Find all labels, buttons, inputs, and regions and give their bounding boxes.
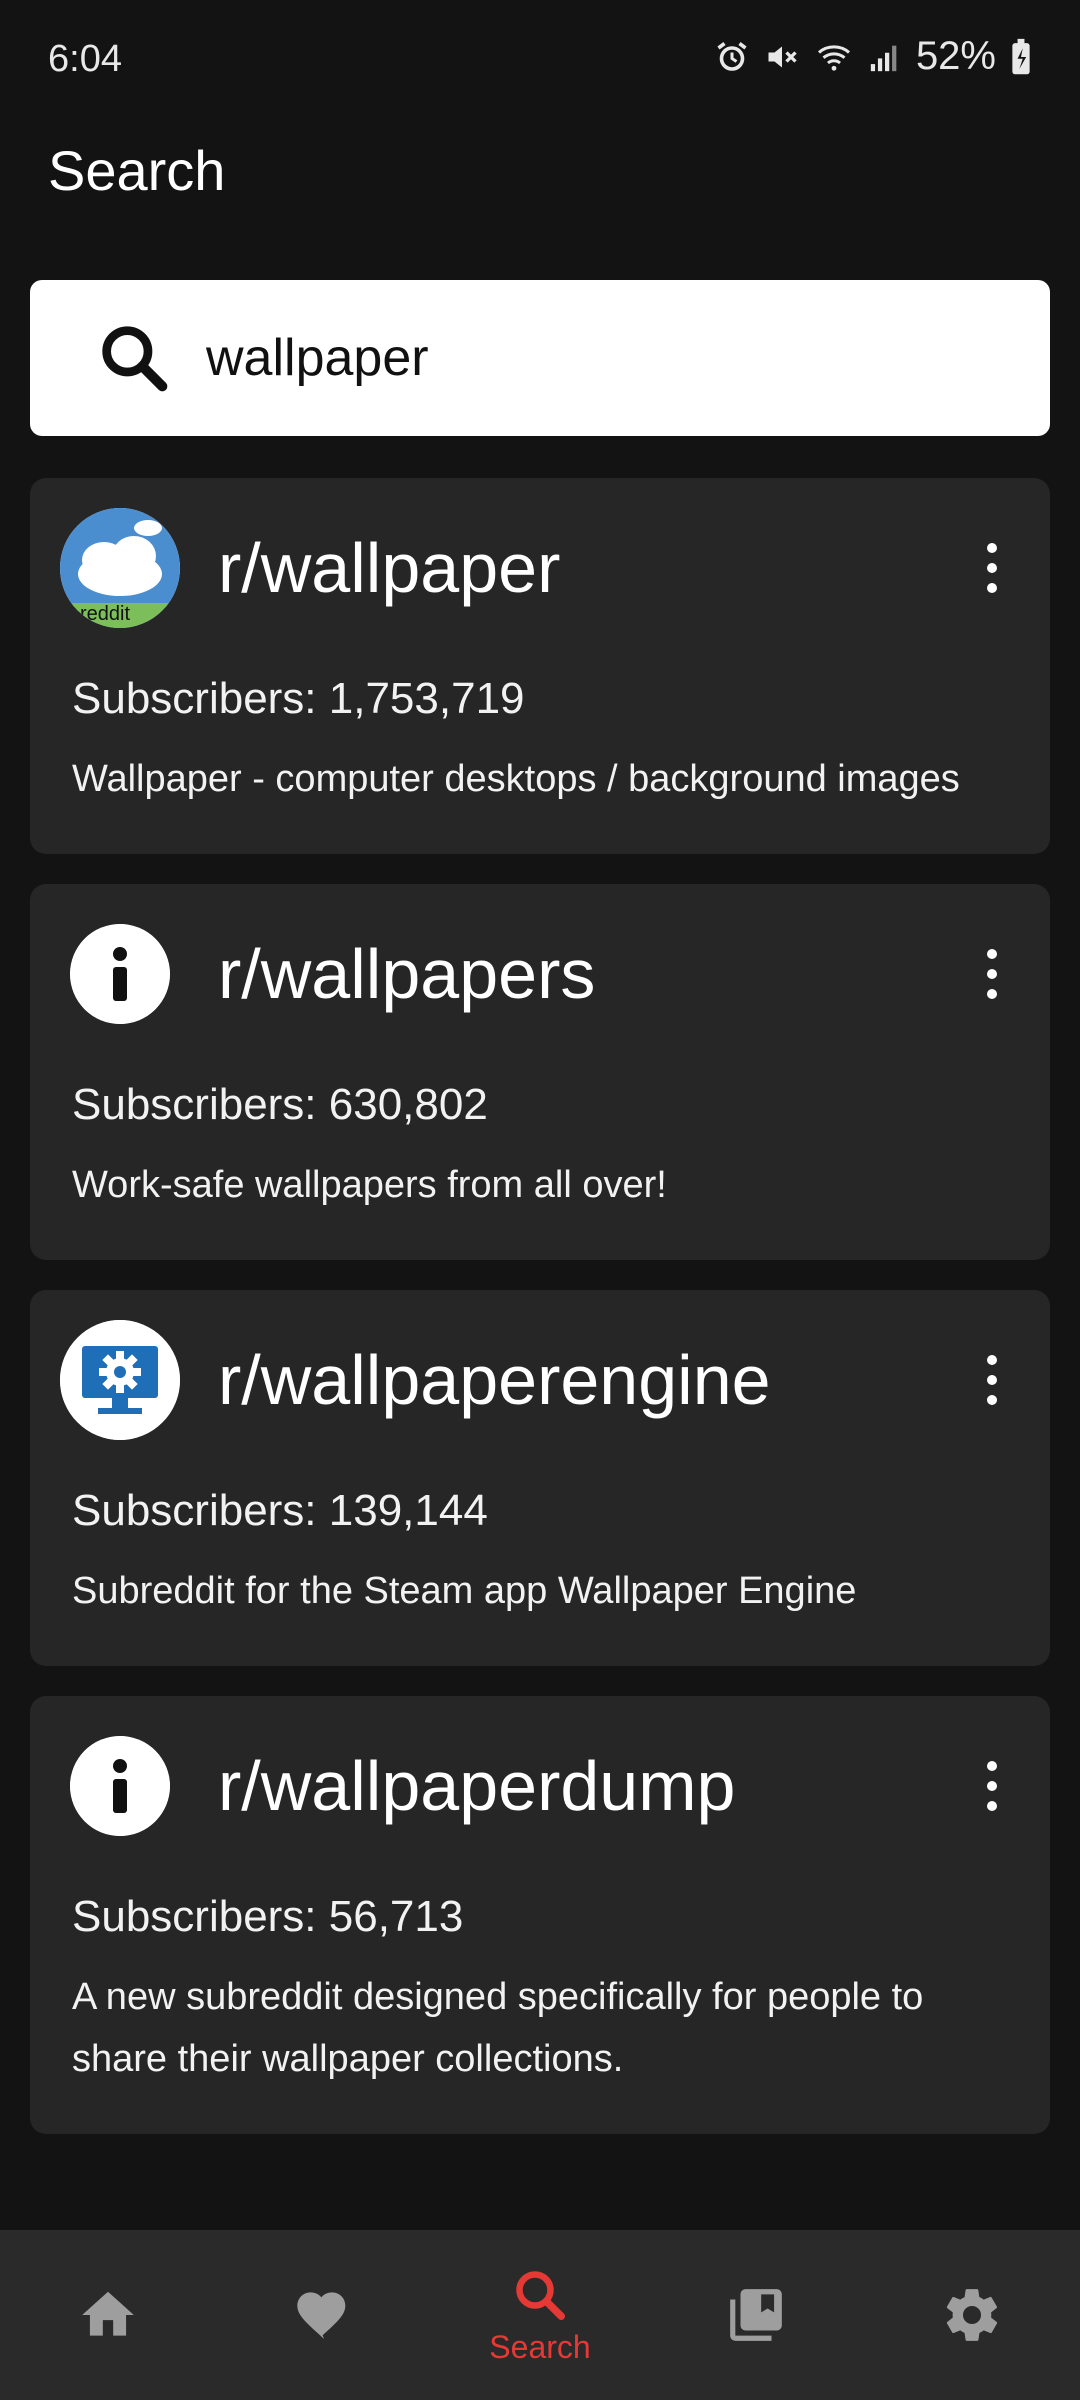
page-title: Search [48,139,226,202]
more-vertical-icon [987,1761,997,1811]
subreddit-name[interactable]: r/wallpaper [218,528,972,608]
nav-search[interactable]: Search [470,2240,610,2390]
more-options-button[interactable] [972,1746,1012,1826]
alarm-icon [717,41,747,71]
subreddit-name[interactable]: r/wallpaperdump [218,1746,972,1826]
subscriber-count: Subscribers: 139,144 [72,1486,488,1535]
wifi-icon [817,44,850,71]
nav-search-label: Search [489,2328,591,2365]
gear-icon [946,2289,998,2341]
info-icon [70,924,170,1024]
status-icons: 52% [714,34,1032,79]
subreddit-description: A new subreddit designed specifically fo… [72,1976,924,2080]
subreddit-avatar [70,924,170,1024]
subreddit-card[interactable]: r/wallpapers Subscribers: 630,802 Work-s… [30,884,1050,1260]
subreddit-avatar [60,1320,180,1440]
more-options-button[interactable] [972,934,1012,1014]
more-vertical-icon [987,949,997,999]
subreddit-card[interactable]: r/wallpaperdump Subscribers: 56,713 A ne… [30,1696,1050,2134]
clouds-reddit-avatar: reddit [60,508,180,628]
subreddit-description: Subreddit for the Steam app Wallpaper En… [72,1570,857,1612]
nav-favorites[interactable] [254,2240,394,2390]
heart-icon [297,2292,346,2339]
status-bar: 6:04 52% [0,0,1080,120]
search-icon [102,326,168,392]
nav-settings[interactable] [902,2240,1042,2390]
nav-library[interactable] [686,2240,826,2390]
info-icon [70,1736,170,1836]
more-options-button[interactable] [972,528,1012,608]
subscriber-count: Subscribers: 1,753,719 [72,674,525,723]
results-list: reddit r/wallpaper Subscribers: 1,753,71… [30,478,1050,2164]
more-vertical-icon [987,1355,997,1405]
gear-monitor-avatar [60,1320,180,1440]
library-icon [730,2289,782,2341]
subreddit-card[interactable]: reddit r/wallpaper Subscribers: 1,753,71… [30,478,1050,854]
subreddit-name[interactable]: r/wallpapers [218,934,972,1014]
search-box[interactable] [30,280,1050,436]
subreddit-avatar: reddit [60,508,180,628]
subscriber-count: Subscribers: 630,802 [72,1080,488,1129]
more-vertical-icon [987,543,997,593]
more-options-button[interactable] [972,1340,1012,1420]
subreddit-name[interactable]: r/wallpaperengine [218,1340,972,1420]
subreddit-description: Work-safe wallpapers from all over! [72,1164,667,1206]
svg-text:reddit: reddit [80,603,130,625]
bottom-nav: Search [0,2230,1080,2400]
battery-percent: 52% [915,34,996,78]
nav-home[interactable] [38,2240,178,2390]
subreddit-avatar [70,1736,170,1836]
signal-icon [870,45,897,71]
search-input[interactable] [204,327,1028,389]
mute-icon [768,46,797,67]
battery-charging-icon [1012,38,1030,74]
home-icon [82,2291,134,2336]
subreddit-card[interactable]: r/wallpaperengine Subscribers: 139,144 S… [30,1290,1050,1666]
search-icon [516,2270,565,2320]
subscriber-count: Subscribers: 56,713 [72,1892,464,1941]
status-time: 6:04 [48,38,122,80]
subreddit-description: Wallpaper - computer desktops / backgrou… [72,758,960,800]
